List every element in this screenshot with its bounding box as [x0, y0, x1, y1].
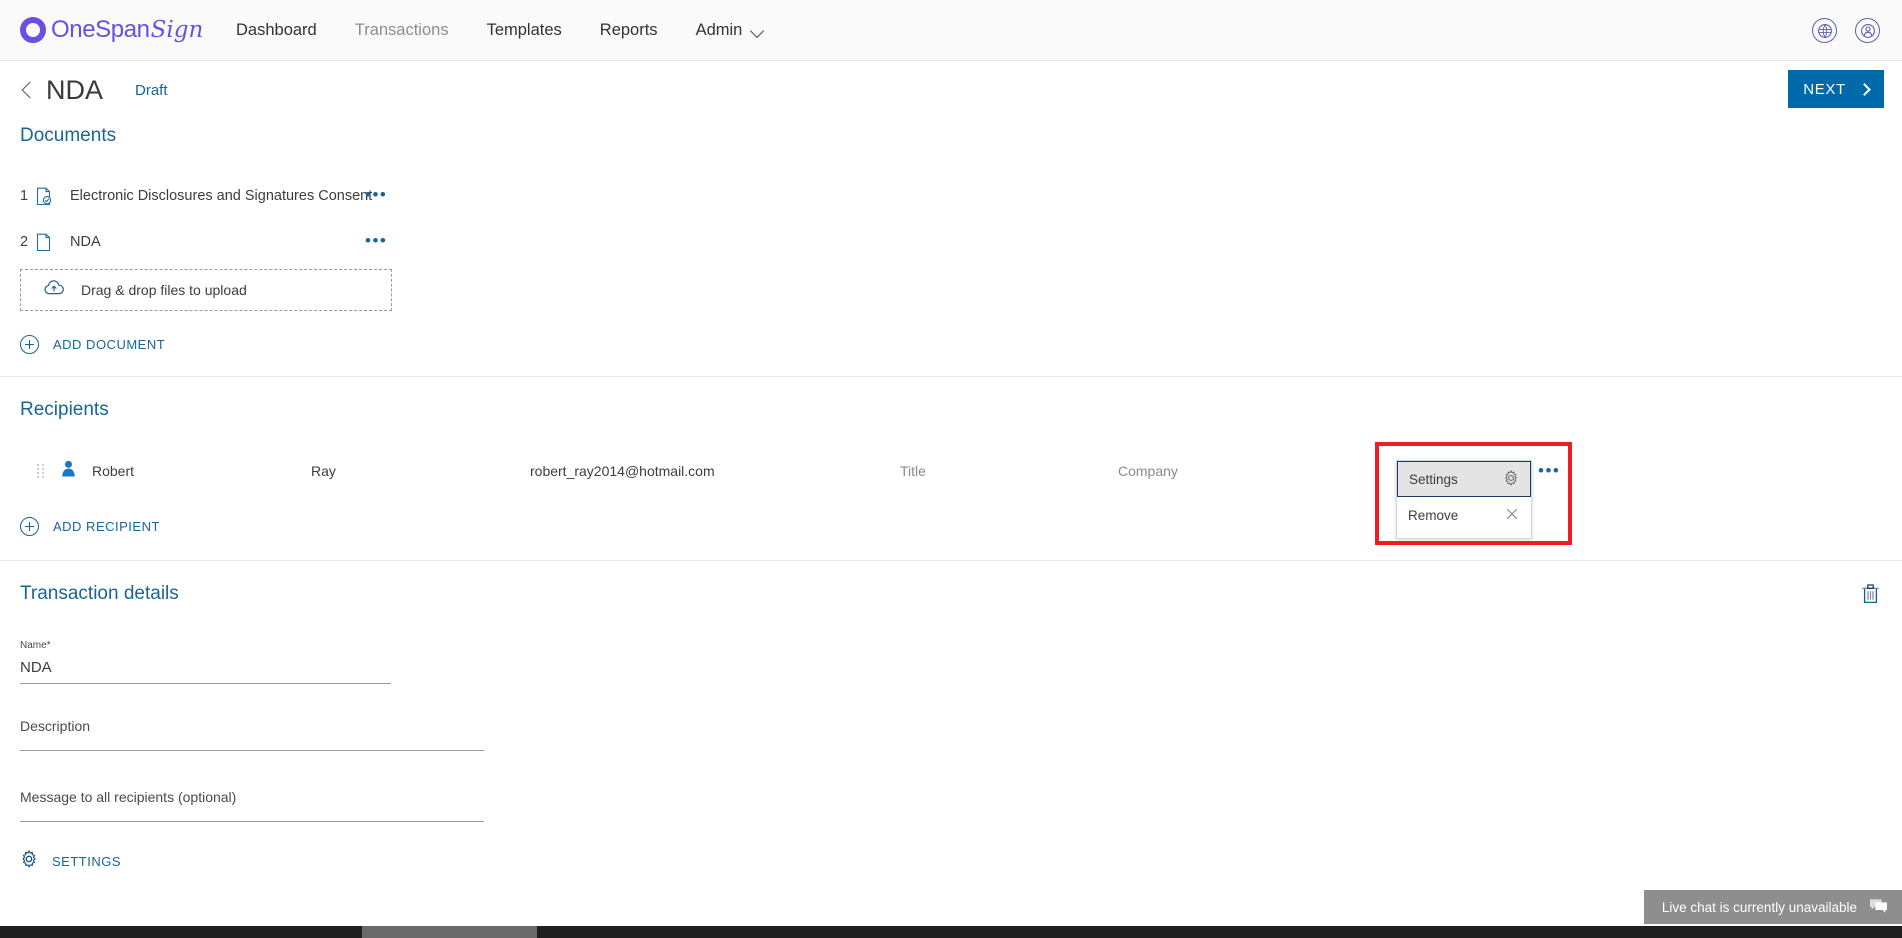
- recipient-email[interactable]: robert_ray2014@hotmail.com: [530, 463, 715, 479]
- nav-item-templates[interactable]: Templates: [487, 21, 562, 40]
- page-title: NDA: [46, 74, 104, 105]
- transaction-description-field[interactable]: Description: [20, 718, 484, 751]
- transaction-name-value: NDA: [20, 659, 52, 676]
- document-row[interactable]: 2 NDA •••: [20, 219, 1882, 265]
- transaction-description-placeholder: Description: [20, 718, 91, 734]
- document-index: 2: [20, 234, 29, 250]
- logo-ring-icon: [20, 17, 46, 43]
- recipient-context-menu: Settings Remove: [1396, 460, 1532, 539]
- field-underline: [20, 750, 484, 751]
- document-name: Electronic Disclosures and Signatures Co…: [70, 188, 373, 204]
- cloud-upload-icon: [43, 279, 65, 301]
- live-chat-label: Live chat is currently unavailable: [1661, 899, 1857, 915]
- status-badge: Draft: [135, 81, 168, 99]
- recipient-last-name[interactable]: Ray: [311, 463, 336, 479]
- trash-icon[interactable]: [1861, 583, 1880, 609]
- document-name: NDA: [70, 234, 101, 250]
- recipient-title-field[interactable]: Title: [900, 463, 926, 479]
- nav-item-admin-label: Admin: [695, 20, 743, 39]
- recipients-heading: Recipients: [20, 399, 109, 420]
- transaction-details-section: Transaction details Name* NDA Descriptio…: [0, 561, 1902, 873]
- bottom-bar-segment: [362, 926, 537, 938]
- file-dropzone[interactable]: Drag & drop files to upload: [20, 269, 392, 311]
- field-underline: [20, 821, 484, 822]
- live-chat-banner[interactable]: Live chat is currently unavailable: [1643, 890, 1902, 924]
- primary-nav-items: Dashboard Transactions Templates Reports…: [236, 21, 803, 40]
- recipient-row[interactable]: Robert Ray robert_ray2014@hotmail.com Ti…: [20, 442, 1882, 545]
- nav-item-transactions[interactable]: Transactions: [355, 21, 449, 40]
- onespan-sign-logo[interactable]: OneSpan Sign: [20, 16, 203, 44]
- transaction-name-field[interactable]: Name* NDA: [20, 635, 391, 684]
- chat-icon: [1869, 898, 1888, 917]
- transaction-name-label: Name*: [20, 635, 391, 653]
- menu-item-settings-label: Settings: [1409, 471, 1458, 487]
- add-document-label: ADD DOCUMENT: [53, 337, 166, 352]
- transaction-message-field[interactable]: Message to all recipients (optional): [20, 789, 484, 822]
- nav-item-dashboard[interactable]: Dashboard: [236, 21, 317, 40]
- chevron-left-icon[interactable]: [20, 83, 34, 97]
- nav-item-admin[interactable]: Admin: [696, 21, 766, 40]
- next-button-label: NEXT: [1803, 80, 1846, 98]
- top-navigation-bar: OneSpan Sign Dashboard Transactions Temp…: [0, 0, 1902, 61]
- chevron-right-icon: [1857, 82, 1871, 96]
- gear-icon: [20, 849, 38, 873]
- menu-item-remove-label: Remove: [1408, 507, 1459, 523]
- person-icon: [61, 460, 76, 482]
- account-icon[interactable]: [1855, 18, 1880, 43]
- recipient-menu-button[interactable]: •••: [1538, 462, 1560, 479]
- settings-button[interactable]: SETTINGS: [20, 849, 122, 873]
- logo-text-script: Sign: [150, 17, 204, 43]
- close-icon: [1504, 506, 1520, 525]
- nav-item-reports[interactable]: Reports: [600, 21, 658, 40]
- recipients-section: Recipients Robert Ray robert_ray2014@hot…: [0, 377, 1902, 560]
- logo-text-main: OneSpan: [51, 16, 150, 43]
- globe-icon[interactable]: [1812, 18, 1837, 43]
- dropzone-label: Drag & drop files to upload: [81, 282, 247, 298]
- menu-item-settings[interactable]: Settings: [1397, 461, 1531, 497]
- documents-list: 1 Electronic Disclosures and Signatures …: [20, 173, 1882, 265]
- menu-item-remove[interactable]: Remove: [1397, 497, 1531, 533]
- chevron-down-icon: [752, 26, 765, 34]
- recipient-company-field[interactable]: Company: [1118, 463, 1178, 479]
- document-check-icon: [36, 187, 62, 206]
- recipient-first-name[interactable]: Robert: [92, 463, 134, 479]
- drag-handle-icon[interactable]: [37, 458, 45, 484]
- next-button[interactable]: NEXT: [1788, 70, 1884, 108]
- transaction-name-label-text: Name: [20, 640, 47, 651]
- transaction-details-heading: Transaction details: [20, 583, 179, 604]
- document-index: 1: [20, 188, 29, 204]
- recipients-list: Robert Ray robert_ray2014@hotmail.com Ti…: [20, 442, 1882, 545]
- plus-circle-icon: [20, 517, 39, 536]
- transaction-message-placeholder: Message to all recipients (optional): [20, 789, 237, 805]
- document-row[interactable]: 1 Electronic Disclosures and Signatures …: [20, 173, 1882, 219]
- add-recipient-label: ADD RECIPIENT: [53, 519, 160, 534]
- documents-heading: Documents: [20, 125, 117, 146]
- documents-section: Documents 1 Electronic Disclosures and S…: [0, 119, 1902, 376]
- document-menu-button[interactable]: •••: [365, 186, 387, 203]
- add-recipient-button[interactable]: ADD RECIPIENT: [20, 517, 160, 536]
- field-underline: [20, 683, 391, 684]
- settings-label: SETTINGS: [52, 854, 122, 869]
- document-icon: [36, 233, 62, 252]
- add-document-button[interactable]: ADD DOCUMENT: [20, 335, 165, 354]
- page-title-bar: NDA Draft NEXT: [0, 61, 1902, 119]
- plus-circle-icon: [20, 335, 39, 354]
- document-menu-button[interactable]: •••: [365, 232, 387, 249]
- nav-right-icons: [1812, 0, 1880, 61]
- gear-icon: [1503, 469, 1519, 489]
- required-marker: *: [46, 640, 51, 651]
- browser-bottom-bar: [0, 926, 1902, 938]
